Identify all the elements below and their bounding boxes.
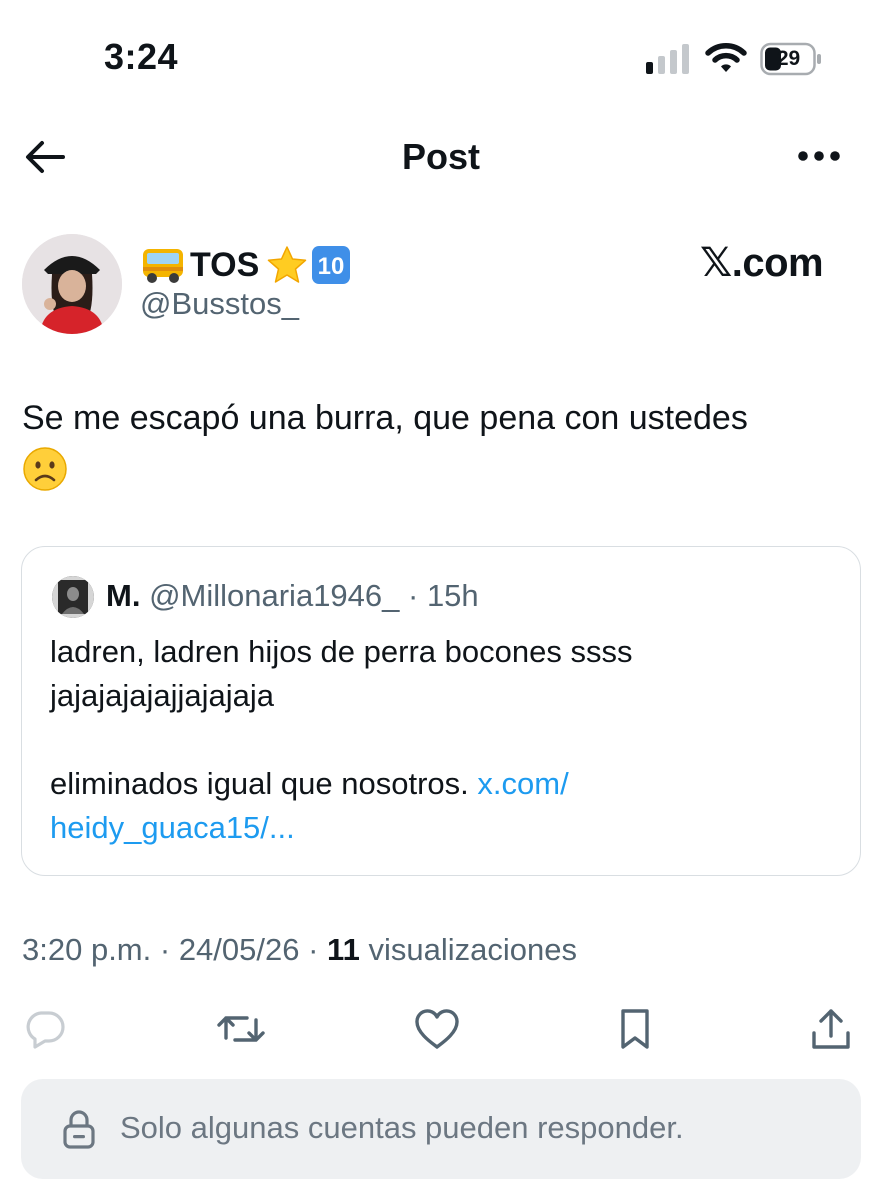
status-time: 3:24 (104, 36, 179, 77)
quoted-link-part1[interactable]: x.com/ (477, 766, 568, 801)
page-title: Post (401, 136, 480, 177)
author-handle[interactable]: @Busstos_ (140, 286, 299, 322)
author-display-name[interactable]: TOS 10 (140, 242, 351, 288)
wifi-icon (705, 43, 747, 72)
author-avatar[interactable] (22, 234, 122, 334)
reply-icon (26, 1011, 65, 1049)
repost-button[interactable] (216, 1004, 266, 1054)
more-dots-icon (798, 151, 840, 161)
star-emoji-icon (268, 246, 307, 283)
signal-icon (646, 44, 689, 74)
quoted-text-line3: eliminados igual que nosotros. x.com/ (50, 766, 569, 802)
quoted-link-part2[interactable]: heidy_guaca15/... (50, 810, 295, 846)
author-name-text: TOS (190, 245, 260, 284)
reply-restriction-text: Solo algunas cuentas pueden responder. (120, 1110, 684, 1145)
quoted-text-line1: ladren, ladren hijos de perra bocones ss… (50, 634, 633, 669)
quoted-text-line2: jajajajajajjajajaja (50, 678, 275, 713)
tweet-date: 24/05/26 (178, 932, 300, 967)
battery-level: 29 (776, 47, 801, 70)
quoted-text-body: eliminados igual que nosotros. (50, 766, 469, 801)
bookmark-button[interactable] (610, 1004, 660, 1054)
quoted-author-name: M. (106, 578, 141, 613)
repost-icon (217, 1016, 265, 1042)
like-icon (415, 1009, 459, 1049)
tweet-time: 3:20 p.m. (22, 932, 152, 967)
views-count[interactable]: 11 (327, 932, 360, 967)
meta-separator: · (299, 932, 328, 967)
meta-separator: · (151, 932, 179, 967)
keycap-ten-emoji-icon: 10 (312, 246, 351, 284)
quoted-author-avatar (52, 576, 94, 618)
reply-button[interactable] (20, 1004, 70, 1054)
share-button[interactable] (806, 1004, 856, 1054)
quoted-header: M. @Millonaria1946_ · 15h (106, 578, 479, 614)
lock-icon (63, 1110, 95, 1149)
share-icon (812, 1009, 850, 1049)
views-label[interactable]: visualizaciones (368, 932, 577, 967)
tweet-meta: 3:20 p.m. · 24/05/26 · 11 visualizacione… (22, 932, 577, 968)
quoted-handle-time: @Millonaria1946_ · 15h (149, 578, 479, 613)
frowning-face-emoji-icon (23, 447, 67, 491)
like-button[interactable] (412, 1004, 462, 1054)
battery-icon: 29 (760, 42, 822, 76)
bookmark-icon (621, 1009, 649, 1049)
more-options-button[interactable] (792, 140, 846, 172)
tweet-text: Se me escapó una burra, que pena con ust… (22, 399, 748, 437)
x-brand-mark: 𝕏.com (700, 241, 824, 285)
svg-text:10: 10 (318, 253, 345, 280)
bus-emoji-icon (143, 249, 183, 283)
